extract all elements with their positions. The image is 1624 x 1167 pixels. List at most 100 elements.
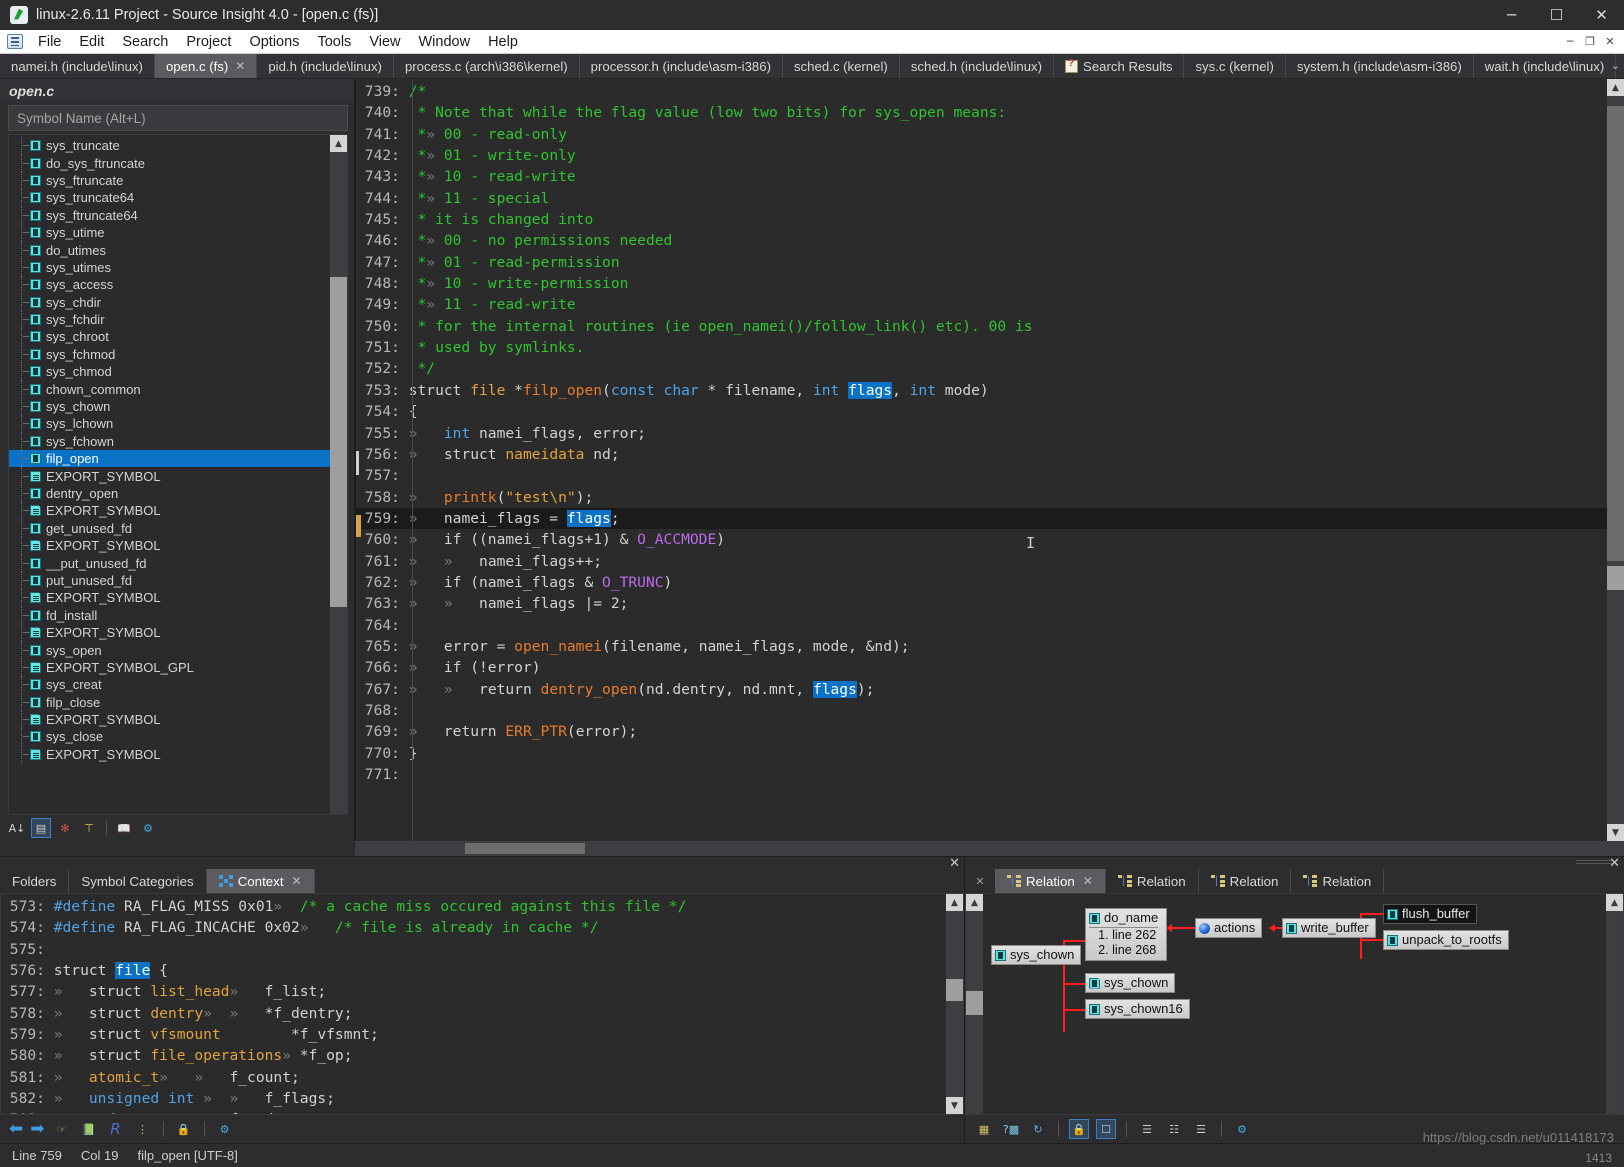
editor-scrollbar[interactable]: ▲ ▼ bbox=[1607, 79, 1624, 841]
symbol-list-item[interactable]: sys_chdir bbox=[9, 293, 330, 311]
symbol-list-item[interactable]: sys_chmod bbox=[9, 363, 330, 381]
relation-panel-pin-icon[interactable]: ✕ bbox=[965, 869, 995, 893]
minimize-button[interactable]: ─ bbox=[1489, 0, 1534, 30]
symbol-list-item[interactable]: sys_creat bbox=[9, 676, 330, 694]
relation-tab-3[interactable]: Relation bbox=[1291, 869, 1385, 893]
tab-overflow-icon[interactable]: ⌄ bbox=[1611, 59, 1620, 72]
grid-icon[interactable]: ▦ bbox=[974, 1119, 994, 1139]
scroll-up-icon[interactable]: ▲ bbox=[330, 135, 347, 152]
editor-scroll-track[interactable] bbox=[1607, 96, 1624, 824]
document-tab-9[interactable]: system.h (include\asm-i386) bbox=[1286, 54, 1474, 78]
sort-az-icon[interactable]: A↓ bbox=[7, 818, 27, 838]
r-script-icon[interactable]: R bbox=[106, 1119, 126, 1139]
symbol-list-item[interactable]: sys_ftruncate bbox=[9, 171, 330, 190]
symbol-list-item[interactable]: EXPORT_SYMBOL bbox=[9, 502, 330, 520]
lock-icon[interactable]: 🔒 bbox=[174, 1119, 194, 1139]
context-scroll-track[interactable] bbox=[946, 911, 963, 1097]
symbol-list-item[interactable]: EXPORT_SYMBOL bbox=[9, 467, 330, 485]
context-scroll-thumb[interactable] bbox=[946, 979, 963, 1001]
filter-icon[interactable]: ⊤ bbox=[79, 818, 99, 838]
symbol-list-item[interactable]: sys_open bbox=[9, 641, 330, 659]
menu-item-edit[interactable]: Edit bbox=[70, 30, 113, 54]
relation-scrollbar-left[interactable]: ▲ bbox=[966, 894, 983, 1114]
menu-item-window[interactable]: Window bbox=[409, 30, 479, 54]
gear-icon[interactable]: ⚙ bbox=[215, 1119, 235, 1139]
symbol-list-item[interactable]: sys_ftruncate64 bbox=[9, 206, 330, 224]
editor-horizontal-scrollbar[interactable] bbox=[0, 841, 1624, 856]
relation-tab-2[interactable]: Relation bbox=[1199, 869, 1292, 893]
document-tab-6[interactable]: sched.h (include\linux) bbox=[900, 54, 1055, 78]
symbol-list-item[interactable]: filp_close bbox=[9, 693, 330, 711]
back-arrow-icon[interactable]: ⬅ bbox=[9, 1119, 23, 1139]
relation-scroll-up-icon-r[interactable]: ▲ bbox=[1606, 894, 1623, 911]
symbol-list-item[interactable]: dentry_open bbox=[9, 484, 330, 503]
context-scroll-up-icon[interactable]: ▲ bbox=[946, 894, 963, 911]
document-menu-icon[interactable] bbox=[7, 34, 23, 49]
refresh-icon[interactable]: ↻ bbox=[1028, 1119, 1048, 1139]
context-tab-0[interactable]: Folders bbox=[0, 869, 70, 893]
relation-panel-close-icon[interactable]: ✕ bbox=[1609, 856, 1620, 871]
symbol-list-item[interactable]: sys_chroot bbox=[9, 328, 330, 346]
symbol-list-item[interactable]: sys_lchown bbox=[9, 415, 330, 433]
relation-panel-grip[interactable]: ✕ bbox=[965, 856, 1624, 871]
relation-scroll-track-r[interactable] bbox=[1606, 911, 1623, 1114]
relation-node-sys-chown-b[interactable]: sys_chown bbox=[1085, 973, 1176, 993]
relation-scrollbar-right[interactable]: ▲ bbox=[1606, 894, 1623, 1114]
document-tab-2[interactable]: pid.h (include\linux) bbox=[257, 54, 394, 78]
editor-scroll-thumb-2[interactable] bbox=[1607, 566, 1624, 590]
relation-icon[interactable]: ⋮ bbox=[133, 1119, 153, 1139]
symbol-list-item[interactable]: EXPORT_SYMBOL bbox=[9, 710, 330, 729]
relation-graph[interactable]: do_name 1. line 262 2. line 268 actions … bbox=[983, 894, 1606, 1114]
tab-close-icon[interactable]: ✕ bbox=[1083, 874, 1093, 888]
context-tab-2[interactable]: Context ✕ bbox=[206, 869, 315, 893]
symbol-list-item[interactable]: EXPORT_SYMBOL bbox=[9, 623, 330, 642]
relation-node-flush-buffer[interactable]: flush_buffer bbox=[1383, 904, 1477, 924]
symbol-list-item[interactable]: __put_unused_fd bbox=[9, 554, 330, 572]
relation-scroll-up-icon[interactable]: ▲ bbox=[966, 894, 983, 911]
relation-node-actions[interactable]: actions bbox=[1195, 918, 1263, 938]
lock-icon[interactable]: 🔒 bbox=[1069, 1119, 1089, 1139]
relation-node-write-buffer[interactable]: write_buffer bbox=[1282, 918, 1376, 938]
relation-tab-1[interactable]: Relation bbox=[1106, 869, 1199, 893]
symbol-list-item[interactable]: EXPORT_SYMBOL_GPL bbox=[9, 658, 330, 677]
symbol-list-item[interactable]: fd_install bbox=[9, 606, 330, 624]
hand-icon[interactable]: ☞ bbox=[52, 1119, 72, 1139]
symbol-list-item[interactable]: sys_utime bbox=[9, 223, 330, 242]
editor-scroll-thumb[interactable] bbox=[1607, 106, 1624, 561]
symbol-list-item[interactable]: EXPORT_SYMBOL bbox=[9, 589, 330, 607]
relation-node-ref-1[interactable]: 1. line 262 bbox=[1089, 928, 1158, 943]
symbol-list-item[interactable]: sys_fchmod bbox=[9, 345, 330, 364]
document-tab-3[interactable]: process.c (arch\i386\kernel) bbox=[394, 54, 580, 78]
document-tab-7[interactable]: Search Results bbox=[1054, 54, 1185, 78]
symbol-list-item[interactable]: EXPORT_SYMBOL bbox=[9, 745, 330, 764]
panel-drag-handle[interactable] bbox=[1576, 860, 1612, 866]
relation-node-unpack-to-rootfs[interactable]: unpack_to_rootfs bbox=[1383, 930, 1509, 950]
book-icon[interactable]: 📗 bbox=[79, 1119, 99, 1139]
list-icon[interactable]: ▤ bbox=[31, 818, 51, 838]
symbol-list-item[interactable]: sys_truncate64 bbox=[9, 189, 330, 207]
document-tab-4[interactable]: processor.h (include\asm-i386) bbox=[580, 54, 783, 78]
symbol-list-item[interactable]: chown_common bbox=[9, 380, 330, 398]
editor-scroll-up-icon[interactable]: ▲ bbox=[1607, 79, 1624, 96]
relation-node-ref-2[interactable]: 2. line 268 bbox=[1089, 943, 1158, 958]
menu-item-help[interactable]: Help bbox=[479, 30, 527, 54]
close-button[interactable]: ✕ bbox=[1579, 0, 1624, 30]
symbol-list-item[interactable]: sys_access bbox=[9, 276, 330, 294]
symbol-list-item[interactable]: filp_open bbox=[9, 450, 330, 468]
tab-close-icon[interactable]: ✕ bbox=[292, 874, 302, 888]
symbol-list-item[interactable]: do_sys_ftruncate bbox=[9, 154, 330, 172]
symbol-list-item[interactable]: sys_close bbox=[9, 728, 330, 746]
mdi-minimize-button[interactable]: ─ bbox=[1560, 31, 1580, 51]
code-editor[interactable]: 739: /* 740: * Note that while the flag … bbox=[355, 79, 1607, 841]
question-icon[interactable]: ?▩ bbox=[1001, 1119, 1021, 1139]
document-tab-10[interactable]: wait.h (include\linux) bbox=[1474, 54, 1617, 78]
forward-arrow-icon[interactable]: ➡ bbox=[30, 1119, 44, 1139]
context-scrollbar[interactable]: ▲ ▼ bbox=[946, 894, 963, 1114]
menu-item-view[interactable]: View bbox=[360, 30, 409, 54]
relation-node-do-name[interactable]: do_name 1. line 262 2. line 268 bbox=[1085, 908, 1168, 961]
gear-icon[interactable]: ⚙ bbox=[1232, 1119, 1252, 1139]
menu-item-search[interactable]: Search bbox=[113, 30, 177, 54]
book-icon[interactable]: 📖 bbox=[114, 818, 134, 838]
document-tab-0[interactable]: namei.h (include\linux) bbox=[0, 54, 155, 78]
list-icon[interactable]: ☰ bbox=[1137, 1119, 1157, 1139]
